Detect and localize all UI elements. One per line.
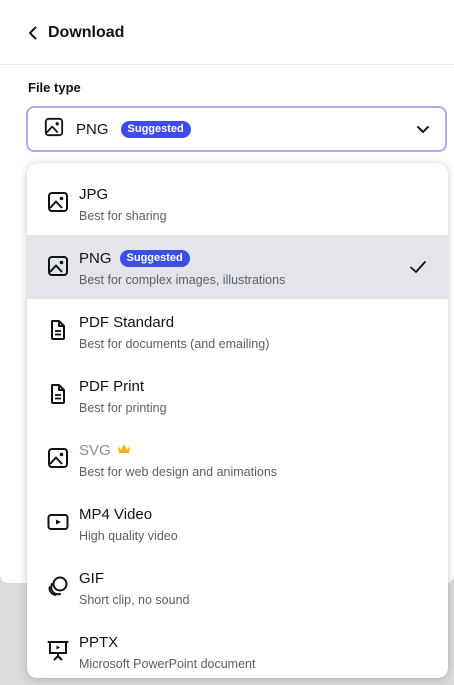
option-title-text: PPTX: [79, 634, 119, 651]
presentation-icon: [47, 639, 69, 661]
option-title: GIF: [79, 570, 104, 587]
panel-header: Download: [0, 0, 454, 65]
option-title: PPTX: [79, 634, 118, 651]
option-description: Best for printing: [79, 401, 167, 415]
option-png[interactable]: PNG Suggested Best for complex images, i…: [27, 235, 448, 299]
crown-icon: [117, 442, 131, 459]
option-description: High quality video: [79, 529, 178, 543]
option-description: Best for sharing: [79, 209, 167, 223]
option-title: SVG: [79, 442, 131, 459]
document-icon: [47, 383, 69, 405]
suggested-badge: Suggested: [119, 250, 190, 267]
suggested-badge: Suggested: [120, 120, 191, 138]
gif-icon: [47, 575, 69, 597]
option-description: Short clip, no sound: [79, 593, 190, 607]
option-description: Best for complex images, illustrations: [79, 273, 286, 287]
image-icon: [47, 255, 69, 277]
file-type-dropdown: JPG Best for sharing PNG Suggested Best …: [27, 163, 448, 678]
image-icon: [44, 117, 64, 142]
option-title: PNG Suggested: [79, 250, 190, 267]
option-description: Microsoft PowerPoint document: [79, 657, 256, 671]
option-mp4-video[interactable]: MP4 Video High quality video: [27, 491, 448, 555]
option-description: Best for documents (and emailing): [79, 337, 270, 351]
option-title: PDF Standard: [79, 314, 174, 331]
chevron-down-icon: [415, 121, 431, 142]
file-type-select[interactable]: PNG Suggested: [26, 106, 447, 152]
page-title: Download: [48, 24, 125, 41]
image-icon: [47, 447, 69, 469]
file-type-label: File type: [28, 80, 81, 95]
option-title-text: GIF: [79, 570, 104, 587]
option-pdf-standard[interactable]: PDF Standard Best for documents (and ema…: [27, 299, 448, 363]
document-icon: [47, 319, 69, 341]
option-pdf-print[interactable]: PDF Print Best for printing: [27, 363, 448, 427]
option-title-text: PDF Standard: [79, 314, 175, 331]
chevron-left-icon: [28, 26, 38, 40]
back-button[interactable]: Download: [28, 20, 124, 46]
option-title-text: PNG: [79, 250, 112, 267]
image-icon: [47, 191, 69, 213]
option-description: Best for web design and animations: [79, 465, 278, 479]
download-panel: Download File type PNG Suggested JPG Bes…: [0, 0, 454, 685]
option-jpg[interactable]: JPG Best for sharing: [27, 171, 448, 235]
option-title: MP4 Video: [79, 506, 152, 523]
option-title: JPG: [79, 186, 108, 203]
option-title: PDF Print: [79, 378, 144, 395]
option-gif[interactable]: GIF Short clip, no sound: [27, 555, 448, 619]
option-title-text: JPG: [79, 186, 109, 203]
option-title-text: SVG: [79, 442, 111, 459]
checkmark-icon: [408, 257, 428, 282]
option-svg[interactable]: SVG Best for web design and animations: [27, 427, 448, 491]
option-pptx[interactable]: PPTX Microsoft PowerPoint document: [27, 619, 448, 678]
option-title-text: MP4 Video: [79, 506, 153, 523]
video-icon: [47, 511, 69, 533]
option-title-text: PDF Print: [79, 378, 145, 395]
selected-file-type: PNG: [76, 120, 109, 138]
